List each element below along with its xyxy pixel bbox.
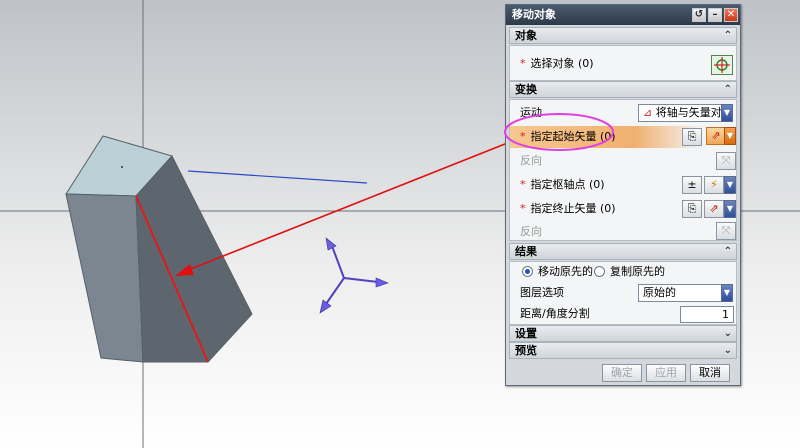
highlight-ellipse bbox=[504, 113, 614, 151]
annotation-overlay bbox=[504, 113, 614, 151]
